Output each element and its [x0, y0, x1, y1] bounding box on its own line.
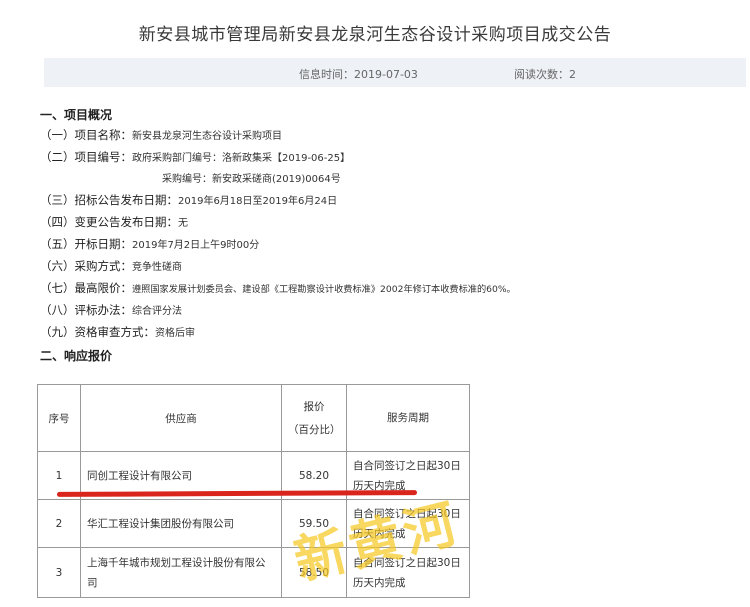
item-value: 资格后审: [155, 328, 195, 339]
header-term: 服务周期: [346, 384, 470, 452]
read-count: 阅读次数：2: [514, 68, 576, 81]
item-evaluation-method: （八）评标办法：综合评分法: [40, 302, 182, 318]
item-project-number: （二）项目编号：政府采购部门编号：洛新政集采【2019-06-25】: [40, 149, 350, 165]
cell-supplier: 华汇工程设计集团股份有限公司: [80, 499, 282, 548]
cell-no: 3: [37, 547, 81, 598]
item-value: 采购编号：新安政采磋商(2019)0064号: [162, 174, 341, 185]
item-value: 政府采购部门编号：洛新政集采【2019-06-25】: [132, 153, 351, 164]
announcement-title: 新安县城市管理局新安县龙泉河生态谷设计采购项目成交公告: [138, 25, 612, 45]
item-project-name: （一）项目名称：新安县龙泉河生态谷设计采购项目: [40, 127, 282, 143]
header-no: 序号: [37, 384, 81, 452]
item-key: （一）项目名称：: [40, 128, 132, 142]
item-key: （四）变更公告发布日期：: [40, 215, 178, 229]
item-key: （八）评标办法：: [40, 303, 132, 317]
item-key: （五）开标日期：: [40, 237, 132, 251]
cell-no: 2: [37, 499, 81, 548]
info-bar: 信息时间：2019-07-03 阅读次数：2: [44, 58, 746, 87]
item-max-price: （七）最高限价：遵照国家发展计划委员会、建设部《工程勘察设计收费标准》2002年…: [40, 280, 516, 296]
item-procurement-method: （六）采购方式：竞争性磋商: [40, 258, 182, 274]
header-price-unit: （百分比）: [288, 424, 341, 436]
section-heading-overview: 一、项目概况: [40, 108, 113, 122]
item-value: 新安县龙泉河生态谷设计采购项目: [132, 131, 282, 142]
section-heading-bids: 二、响应报价: [40, 349, 113, 363]
item-value: 2019年6月18日至2019年6月24日: [178, 196, 338, 207]
header-price-label: 报价: [303, 401, 325, 413]
item-opening-date: （五）开标日期：2019年7月2日上午9时00分: [40, 236, 259, 252]
item-value: 综合评分法: [132, 306, 182, 317]
table-header-row: 序号 供应商 报价 （百分比） 服务周期: [37, 384, 470, 452]
item-key: （三）招标公告发布日期：: [40, 193, 178, 207]
item-key: （九）资格审查方式：: [40, 325, 155, 339]
item-value: 竞争性磋商: [132, 262, 182, 273]
header-price: 报价 （百分比）: [281, 384, 347, 452]
item-qualification-review: （九）资格审查方式：资格后审: [40, 324, 195, 340]
item-purchase-number: 采购编号：新安政采磋商(2019)0064号: [162, 170, 341, 185]
cell-supplier: 上海千年城市规划工程设计股份有限公司: [80, 547, 282, 598]
item-change-date: （四）变更公告发布日期：无: [40, 214, 188, 230]
publish-time: 信息时间：2019-07-03: [299, 68, 418, 81]
item-value: 2019年7月2日上午9时00分: [132, 240, 260, 251]
item-key: （二）项目编号：: [40, 150, 132, 164]
item-key: （六）采购方式：: [40, 259, 132, 273]
header-supplier: 供应商: [80, 384, 282, 452]
item-value: 无: [178, 218, 188, 229]
item-value: 遵照国家发展计划委员会、建设部《工程勘察设计收费标准》2002年修订本收费标准的…: [132, 284, 516, 295]
item-key: （七）最高限价：: [40, 281, 132, 295]
item-tender-date: （三）招标公告发布日期：2019年6月18日至2019年6月24日: [40, 192, 337, 208]
